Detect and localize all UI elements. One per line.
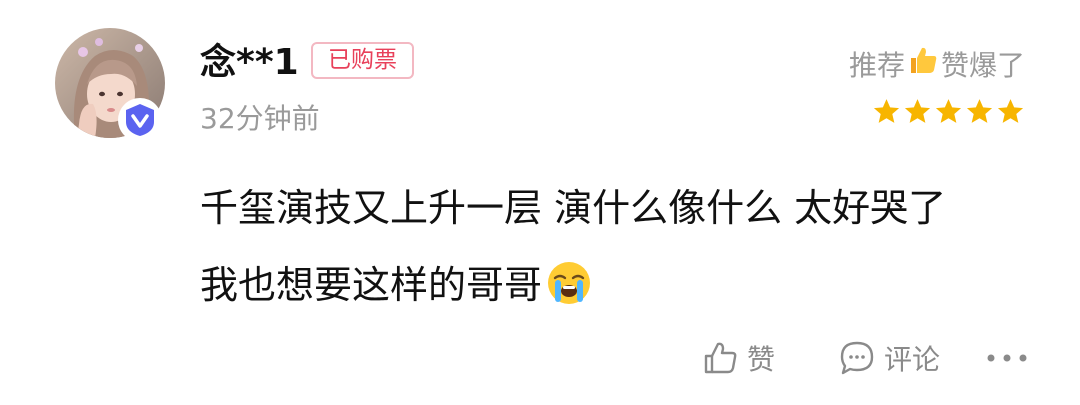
- rating-label-prefix: 推荐: [848, 49, 905, 82]
- star-icon: [966, 99, 993, 123]
- rating-label-suffix: 赞爆了: [940, 49, 1025, 82]
- comment-body: 千玺演技又上升一层 演什么像什么 太好哭了 我也想要这样的哥哥: [200, 170, 1040, 324]
- more-dots-icon: [987, 354, 1027, 362]
- more-options-button[interactable]: [986, 336, 1036, 380]
- like-button[interactable]: 赞: [701, 336, 775, 380]
- username[interactable]: 念**1: [200, 40, 299, 86]
- loudly-crying-face-icon: [546, 255, 592, 332]
- comment-timestamp: 32分钟前: [200, 102, 320, 135]
- verified-badge-icon: [118, 98, 162, 142]
- comment-text-line-2: 我也想要这样的哥哥: [200, 247, 1040, 324]
- thumbs-up-icon: [907, 44, 939, 89]
- comment-text-line-1: 千玺演技又上升一层 演什么像什么 太好哭了: [200, 186, 947, 230]
- comment-bubble-icon: [840, 341, 874, 375]
- star-icon: [935, 99, 962, 123]
- comment-button[interactable]: 评论: [838, 336, 940, 380]
- star-rating: [872, 97, 1025, 129]
- star-icon: [904, 99, 931, 123]
- thumbs-up-outline-icon: [704, 342, 737, 374]
- rating-label: 推荐 赞爆了: [849, 44, 1025, 88]
- star-icon: [997, 99, 1024, 123]
- comment-text-line-2-text: 我也想要这样的哥哥: [200, 263, 543, 307]
- comment-label: 评论: [884, 343, 941, 376]
- ticket-purchased-badge: 已购票: [311, 42, 414, 79]
- like-label: 赞: [747, 343, 776, 376]
- star-icon: [873, 99, 900, 123]
